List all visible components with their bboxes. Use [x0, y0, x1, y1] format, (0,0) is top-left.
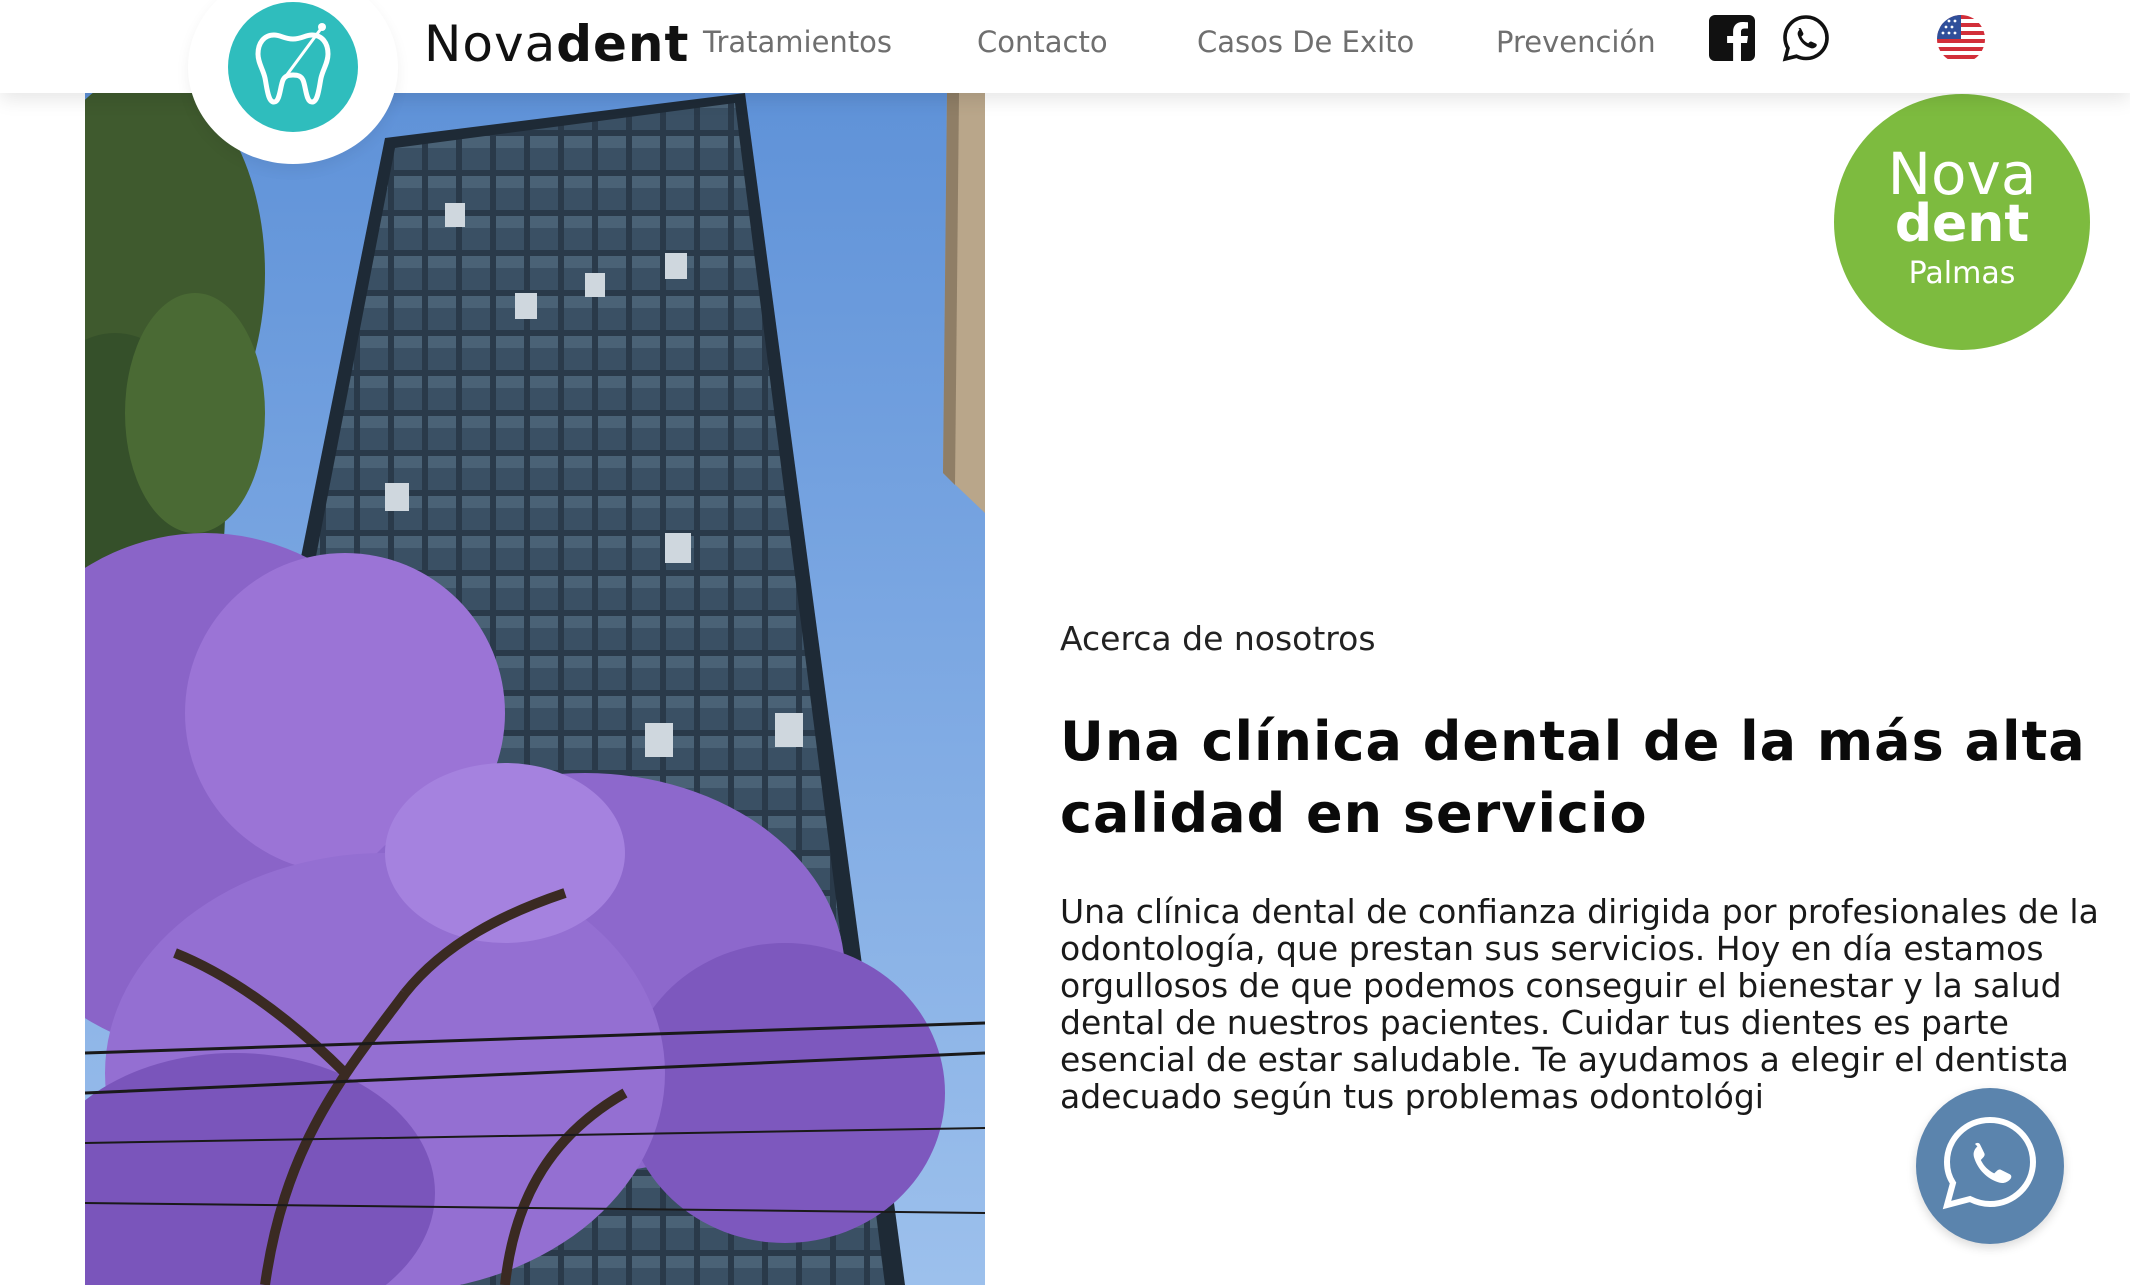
- badge-line-2: dent: [1894, 194, 2030, 254]
- brand-name[interactable]: Novadent: [424, 14, 689, 74]
- whatsapp-icon[interactable]: [1782, 14, 1830, 62]
- us-flag-icon[interactable]: [1937, 15, 1985, 63]
- section-body: Una clínica dental de confianza dirigida…: [1060, 892, 2099, 1116]
- logo-circle: [228, 2, 358, 132]
- section-eyebrow: Acerca de nosotros: [1060, 619, 1376, 658]
- section-headline: Una clínica dental de la más alta calida…: [1060, 710, 2086, 845]
- nav-prevencion[interactable]: Prevención: [1496, 24, 1656, 60]
- nav-casos-de-exito[interactable]: Casos De Exito: [1197, 24, 1414, 60]
- badge-line-3: Palmas: [1908, 256, 2016, 291]
- building-illustration: [85, 93, 985, 1285]
- nav-contacto[interactable]: Contacto: [977, 24, 1108, 60]
- facebook-icon[interactable]: [1708, 14, 1756, 62]
- tooth-icon: [255, 23, 331, 105]
- building-photo: [85, 93, 985, 1285]
- brand-bold: dent: [556, 15, 690, 73]
- novadent-palmas-badge: Nova dent Palmas: [1834, 94, 2090, 350]
- brand-light: Nova: [424, 15, 557, 73]
- whatsapp-icon: [1942, 1116, 2037, 1210]
- whatsapp-float-button[interactable]: [1916, 1088, 2064, 1244]
- nav-tratamientos[interactable]: Tratamientos: [703, 24, 892, 60]
